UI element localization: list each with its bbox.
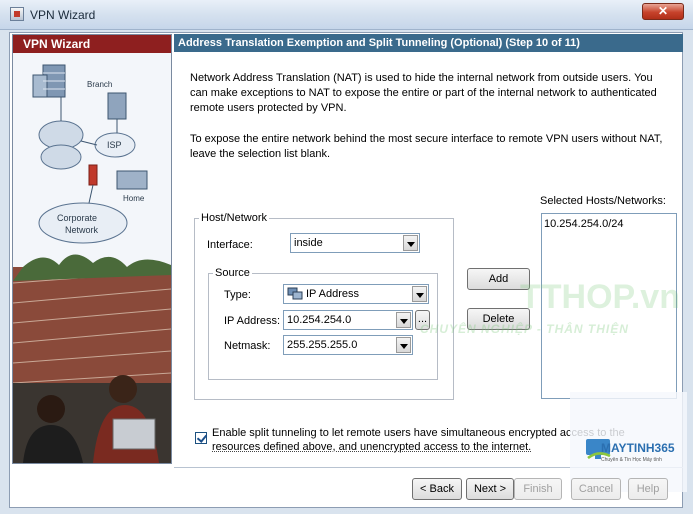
source-legend: Source [215, 267, 250, 279]
selected-hosts-label: Selected Hosts/Networks: [540, 195, 666, 207]
router-icon [40, 144, 82, 170]
finish-button[interactable]: Finish [514, 478, 562, 500]
wizard-illustration: Branch ISP Home Corporate Network [13, 53, 171, 463]
type-select[interactable]: IP Address [283, 284, 429, 304]
sidebar-banner: VPN Wizard Branch ISP Home Corporate Net… [12, 34, 172, 464]
window-titlebar[interactable]: VPN Wizard ✕ [0, 0, 693, 30]
ip-address-value: 10.254.254.0 [287, 314, 352, 326]
ip-address-icon [287, 287, 303, 300]
chevron-down-icon[interactable] [396, 337, 411, 353]
watermark-text: TTHOP.vn [520, 278, 680, 316]
chevron-down-icon[interactable] [396, 312, 411, 328]
home-label: Home [123, 194, 145, 203]
logo-text: MAYTINH365 [601, 441, 675, 455]
next-button[interactable]: Next > [466, 478, 514, 500]
home-icon [116, 170, 148, 190]
intro-paragraph-1: Network Address Translation (NAT) is use… [190, 72, 657, 114]
interface-value: inside [294, 237, 323, 249]
isp-label: ISP [107, 140, 122, 150]
app-icon [10, 7, 24, 21]
back-button[interactable]: < Back [412, 478, 462, 500]
help-button[interactable]: Help [628, 478, 668, 500]
host-network-legend: Host/Network [201, 212, 268, 224]
netmask-label: Netmask: [224, 340, 271, 352]
corporate-label: Corporate [57, 213, 97, 223]
interface-label: Interface: [207, 239, 253, 251]
type-label: Type: [224, 289, 251, 301]
cancel-button[interactable]: Cancel [571, 478, 621, 500]
watermark-subtext: CHUYÊN NGHIỆP - THÂN THIỆN [420, 322, 629, 336]
interface-select[interactable]: inside [290, 233, 420, 253]
corporate-cloud-icon [38, 202, 128, 244]
firewall-icon [88, 164, 98, 186]
netmask-select[interactable]: 255.255.255.0 [283, 335, 413, 355]
split-tunneling-text-1: Enable split tunneling to let remote use… [212, 427, 625, 439]
branch-label: Branch [87, 80, 112, 89]
list-item[interactable]: 10.254.254.0/24 [544, 218, 624, 230]
sidebar-title: VPN Wizard [13, 35, 171, 53]
type-value: IP Address [306, 288, 359, 300]
ip-address-label: IP Address: [224, 315, 281, 327]
close-button[interactable]: ✕ [642, 3, 684, 20]
ip-address-input[interactable]: 10.254.254.0 [283, 310, 413, 330]
logo-tagline: Chuyên & Tin Học Máy tính [601, 457, 662, 463]
step-title: Address Translation Exemption and Split … [174, 34, 683, 52]
corporate-label: Network [65, 225, 99, 235]
chevron-down-icon[interactable] [412, 286, 427, 302]
intro-paragraph-2: To expose the entire network behind the … [190, 133, 663, 160]
window-title: VPN Wizard [30, 8, 96, 22]
laptop-icon [112, 418, 156, 450]
chevron-down-icon[interactable] [403, 235, 418, 251]
split-tunneling-text-2: resources defined above, and unencrypted… [212, 441, 532, 453]
netmask-value: 255.255.255.0 [287, 339, 358, 351]
branch-building-icon [107, 92, 127, 120]
split-tunneling-checkbox[interactable] [195, 432, 207, 444]
